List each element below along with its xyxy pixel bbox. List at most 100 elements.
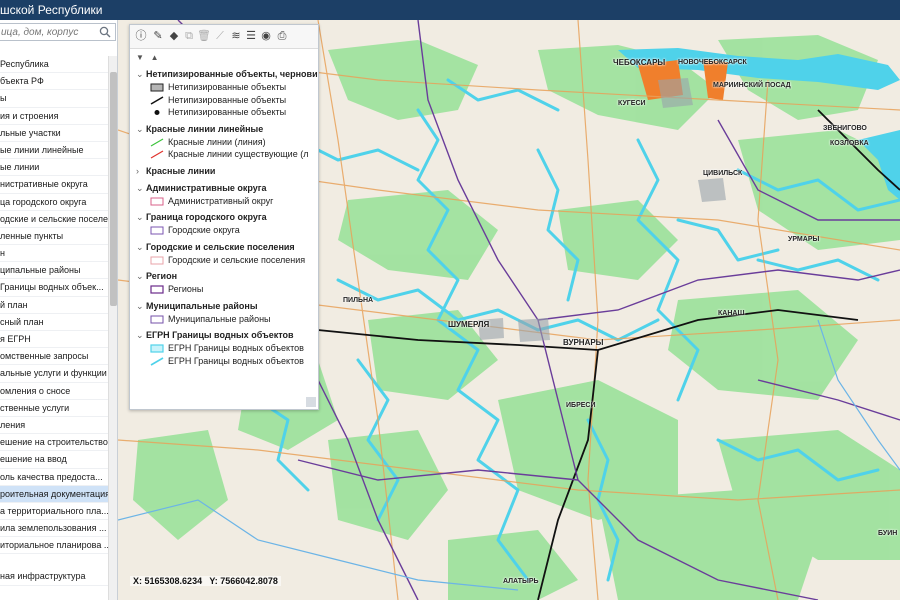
legend-item-label: Красные линии существующие (л xyxy=(168,149,309,159)
panel-resize-handle[interactable] xyxy=(306,397,316,407)
legend-group-title[interactable]: ⌄ Городские и сельские поселения xyxy=(136,242,295,253)
copy-icon[interactable]: ⧉ xyxy=(182,29,196,43)
search-icon[interactable] xyxy=(99,26,111,38)
chevron-down-icon[interactable]: ⌄ xyxy=(136,330,146,341)
legend-item-label: Нетипизированные объекты xyxy=(168,94,287,105)
print-icon[interactable]: ⎙ xyxy=(275,29,289,43)
legend-item-label: ЕГРН Границы водных объектов xyxy=(168,355,304,366)
legend-toolbar: ⓘ ✎ ◆ ⧉ 🗑 ⟋ ≋ ☰ ◉ ⎙ xyxy=(130,25,318,49)
legend-symbol-icon xyxy=(154,110,160,115)
sidebar-item[interactable]: ственные услуги xyxy=(0,400,108,417)
sidebar-item[interactable]: ная инфраструктура xyxy=(0,568,108,586)
sidebar-item[interactable]: ия и строения xyxy=(0,108,108,125)
legend-group-title[interactable]: ⌄ Нетипизированные объекты, черновик xyxy=(136,69,318,80)
legend-group-label: Административные округа xyxy=(146,182,267,193)
sidebar-item[interactable]: омственные запросы xyxy=(0,348,108,366)
sidebar-item[interactable]: ленные пункты xyxy=(0,228,108,246)
legend-item-label: ЕГРН Границы водных объектов xyxy=(168,343,304,353)
list-icon[interactable]: ☰ xyxy=(244,29,258,43)
legend-group-label: Городские и сельские поселения xyxy=(146,241,295,252)
legend-group-title[interactable]: › Красные линии xyxy=(136,166,215,176)
sidebar-item[interactable]: льные участки xyxy=(0,125,108,142)
sidebar-item[interactable]: а территориального пла... xyxy=(0,503,108,521)
map-label-zvenigovo: ЗВЕНИГОВО xyxy=(823,125,867,132)
map-label-ibresi: ИБРЕСИ xyxy=(566,402,596,409)
search-input[interactable] xyxy=(0,24,95,40)
map-label-novocheboksarsk: НОВОЧЕБОКСАРСК xyxy=(678,59,747,66)
legend-symbol-icon xyxy=(150,256,164,264)
sidebar-item[interactable]: ила землепользования ... xyxy=(0,520,108,538)
sidebar-item[interactable]: ления xyxy=(0,417,108,435)
sidebar-item[interactable]: омления о сносе xyxy=(0,383,108,400)
sidebar-item[interactable]: ципальные районы xyxy=(0,262,108,280)
sidebar-scrollbar[interactable] xyxy=(108,56,117,600)
legend-group-label: Регион xyxy=(146,271,177,281)
coordinate-readout: X: 5165308.6234 Y: 7566042.8078 xyxy=(130,576,281,586)
map-label-pilna: ПИЛЬНА xyxy=(343,297,374,304)
legend-item-label: Городские округа xyxy=(168,225,240,235)
map-label-buinsk: БУИН xyxy=(878,530,898,537)
sidebar-item[interactable]: сный план xyxy=(0,314,108,331)
globe-icon[interactable]: ◉ xyxy=(259,29,273,43)
legend-symbol-icon xyxy=(150,285,164,294)
chevron-down-icon[interactable]: ⌄ xyxy=(136,301,146,312)
measure-icon[interactable]: ⟋ xyxy=(213,29,227,43)
sidebar-item[interactable]: н xyxy=(0,245,108,263)
chevron-down-icon[interactable]: ⌄ xyxy=(136,212,146,223)
sidebar-item[interactable]: нистративные округа xyxy=(0,176,108,194)
coord-y-value: 7566042.8078 xyxy=(220,576,278,586)
map-label-kugesi: КУГЕСИ xyxy=(618,100,646,107)
edit-icon[interactable]: ✎ xyxy=(151,29,165,43)
layers-icon[interactable]: ≋ xyxy=(229,29,243,43)
sidebar-item[interactable]: й план xyxy=(0,297,108,314)
legend-group-title[interactable]: ⌄ Красные линии линейные xyxy=(136,124,263,135)
legend-symbol-icon xyxy=(150,95,164,105)
map-label-cheboksary: ЧЕБОКСАРЫ xyxy=(613,58,666,67)
legend-group-title[interactable]: ⌄ Граница городского округа xyxy=(136,212,267,223)
legend-group-title[interactable]: ⌄ Муниципальные районы xyxy=(136,301,258,312)
sidebar-item[interactable]: роительная документация xyxy=(0,485,108,503)
scrollbar-thumb[interactable] xyxy=(110,72,117,306)
sidebar-item[interactable]: ешение на ввод xyxy=(0,451,108,469)
shapes-icon[interactable]: ◆ xyxy=(167,29,181,43)
map-label-mariinsky-posad: МАРИИНСКИЙ ПОСАД xyxy=(713,82,791,89)
chevron-right-icon[interactable]: › xyxy=(136,166,146,176)
sidebar-item[interactable]: я ЕГРН xyxy=(0,331,108,349)
legend-item-label: Городские и сельские поселения xyxy=(168,254,306,265)
sidebar-item[interactable]: ешение на строительство xyxy=(0,434,108,452)
chevron-down-icon[interactable]: ⌄ xyxy=(136,242,146,253)
legend-item-label: Нетипизированные объекты xyxy=(168,82,287,92)
coord-x-label: X: xyxy=(133,576,142,586)
sidebar-item[interactable]: Границы водных объек... xyxy=(0,279,108,297)
app-header: шской Республики xyxy=(0,0,900,20)
legend-group-title[interactable]: ⌄ Административные округа xyxy=(136,183,267,194)
sidebar-item[interactable]: ца городского округа xyxy=(0,194,108,211)
sidebar-item[interactable]: одские и сельские поселе... xyxy=(0,211,108,228)
legend-symbol-icon xyxy=(150,83,164,92)
app-title: шской Республики xyxy=(0,3,103,17)
coord-y-label: Y: xyxy=(209,576,218,586)
chevron-down-icon[interactable]: ⌄ xyxy=(136,69,146,80)
sidebar-item[interactable]: Республика xyxy=(0,56,108,74)
sidebar-item[interactable]: иториальное планирова ... xyxy=(0,537,108,555)
sidebar-item[interactable]: альные услуги и функции xyxy=(0,365,108,383)
legend-group-label: Граница городского округа xyxy=(146,212,267,222)
chevron-down-icon[interactable]: ⌄ xyxy=(136,271,146,282)
chevron-down-icon[interactable]: ⌄ xyxy=(136,183,146,194)
chevron-down-icon[interactable]: ⌄ xyxy=(136,124,146,135)
coord-x-value: 5165308.6234 xyxy=(144,576,203,586)
search-box xyxy=(0,23,116,41)
sidebar-item[interactable]: оль качества предоста... xyxy=(0,469,108,486)
legend-group-title[interactable]: ⌄ Регион xyxy=(136,271,177,282)
info-icon[interactable]: ⓘ xyxy=(134,29,148,43)
legend-group-title[interactable]: ⌄ ЕГРН Границы водных объектов xyxy=(136,330,294,341)
sidebar-item[interactable]: ые линии линейные xyxy=(0,142,108,160)
legend-item-label: Административный округ xyxy=(168,195,274,206)
map-label-kozlovka: КОЗЛОВКА xyxy=(830,140,869,147)
delete-icon[interactable]: 🗑 xyxy=(197,29,211,43)
legend-item-label: Красные линии (линия) xyxy=(168,136,266,147)
sidebar-item[interactable]: ы xyxy=(0,90,108,108)
sidebar-item[interactable]: ые линии xyxy=(0,159,108,177)
sidebar-item[interactable]: бъекта РФ xyxy=(0,73,108,91)
expand-collapse-all[interactable]: ▼ ▲ xyxy=(136,53,159,62)
